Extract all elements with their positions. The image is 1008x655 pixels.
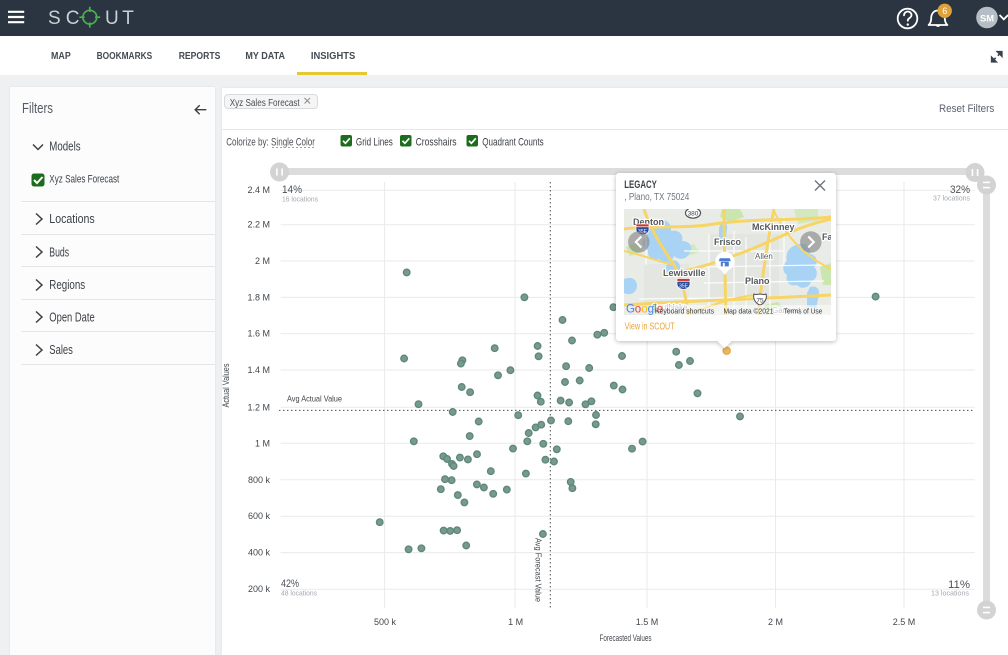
- svg-text:Allen: Allen: [755, 252, 773, 261]
- svg-text:BOOKMARKS: BOOKMARKS: [97, 51, 153, 62]
- svg-text:Keyboard shortcuts: Keyboard shortcuts: [655, 306, 714, 315]
- svg-text:Colorize by: Single Color: Colorize by: Single Color: [226, 136, 315, 148]
- svg-text:Xyz Sales Forecast: Xyz Sales Forecast: [230, 98, 300, 109]
- svg-text:Filters: Filters: [22, 100, 53, 117]
- svg-text:Quadrant Counts: Quadrant Counts: [482, 136, 544, 148]
- svg-text:McKinney: McKinney: [752, 222, 795, 232]
- svg-text:Open Date: Open Date: [49, 310, 94, 325]
- svg-text:Sales: Sales: [49, 342, 73, 357]
- svg-text:MAP: MAP: [51, 51, 71, 62]
- svg-text:Grid Lines: Grid Lines: [356, 136, 393, 148]
- svg-text:Reset Filters: Reset Filters: [939, 103, 995, 115]
- svg-text:Regions: Regions: [49, 277, 85, 292]
- svg-text:75: 75: [756, 297, 764, 304]
- svg-text:G: G: [626, 303, 635, 315]
- svg-text:Crosshairs: Crosshairs: [416, 136, 457, 148]
- svg-text:Locations: Locations: [49, 211, 95, 226]
- svg-text:LEGACY: LEGACY: [624, 179, 657, 191]
- svg-text:Models: Models: [49, 139, 81, 154]
- svg-text:Buds: Buds: [49, 245, 69, 260]
- svg-text:INSIGHTS: INSIGHTS: [311, 51, 356, 62]
- svg-text:Fa: Fa: [822, 232, 831, 242]
- svg-text:REPORTS: REPORTS: [179, 51, 221, 62]
- svg-text:35E: 35E: [679, 283, 689, 289]
- svg-text:Plano: Plano: [745, 276, 770, 286]
- svg-text:MY DATA: MY DATA: [245, 51, 285, 62]
- svg-text:Frisco: Frisco: [714, 237, 742, 247]
- svg-text:, Plano, TX 75024: , Plano, TX 75024: [624, 192, 689, 203]
- svg-text:380: 380: [688, 210, 699, 217]
- svg-text:View in SCOUT: View in SCOUT: [625, 322, 675, 333]
- svg-text:Xyz Sales Forecast: Xyz Sales Forecast: [49, 173, 119, 185]
- svg-text:Map data ©2021: Map data ©2021: [724, 306, 774, 315]
- svg-text:Terms of Use: Terms of Use: [784, 306, 823, 315]
- svg-text:Lewisville: Lewisville: [663, 268, 706, 278]
- svg-text:e: e: [657, 303, 663, 315]
